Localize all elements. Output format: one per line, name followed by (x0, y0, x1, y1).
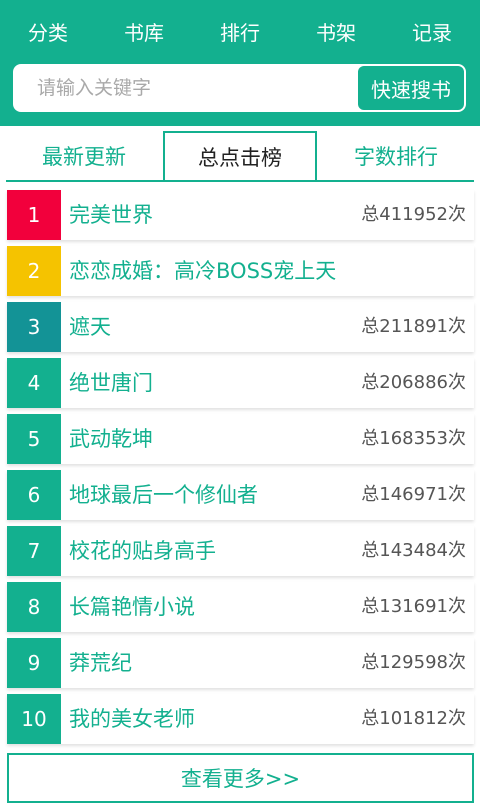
search-box: 快速搜书 (13, 64, 466, 112)
rank-badge: 7 (7, 526, 61, 576)
rank-badge: 3 (7, 302, 61, 352)
ranking-tabs: 最新更新 总点击榜 字数排行 (6, 131, 474, 183)
tab-total-clicks[interactable]: 总点击榜 (163, 131, 317, 180)
nav-item-ranking[interactable]: 排行 (192, 0, 288, 66)
ranking-row[interactable]: 10 我的美女老师 总101812次 (7, 694, 474, 744)
book-title[interactable]: 长篇艳情小说 (69, 582, 195, 632)
top-nav: 分类 书库 排行 书架 记录 (0, 0, 480, 66)
top-bar: 分类 书库 排行 书架 记录 快速搜书 (0, 0, 480, 126)
book-title[interactable]: 绝世唐门 (69, 358, 153, 408)
book-title[interactable]: 武动乾坤 (69, 414, 153, 464)
rank-badge: 5 (7, 414, 61, 464)
ranking-row[interactable]: 9 莽荒纪 总129598次 (7, 638, 474, 688)
book-title[interactable]: 完美世界 (69, 190, 153, 240)
rank-badge: 2 (7, 246, 61, 296)
ranking-row[interactable]: 1 完美世界 总411952次 (7, 190, 474, 240)
book-title[interactable]: 恋恋成婚：高冷BOSS宠上天 (69, 246, 336, 296)
ranking-row[interactable]: 2 恋恋成婚：高冷BOSS宠上天 (7, 246, 474, 296)
click-count: 总101812次 (361, 708, 466, 729)
book-title[interactable]: 莽荒纪 (69, 638, 132, 688)
book-title[interactable]: 遮天 (69, 302, 111, 352)
quick-search-button[interactable]: 快速搜书 (358, 66, 464, 110)
rank-badge: 6 (7, 470, 61, 520)
view-more-button[interactable]: 查看更多>> (7, 753, 474, 803)
click-count: 总131691次 (361, 596, 466, 617)
click-count: 总411952次 (361, 204, 466, 225)
nav-item-history[interactable]: 记录 (384, 0, 480, 66)
book-title[interactable]: 我的美女老师 (69, 694, 195, 744)
click-count: 总146971次 (361, 484, 466, 505)
tab-latest-update[interactable]: 最新更新 (6, 133, 162, 181)
rank-badge: 4 (7, 358, 61, 408)
ranking-row[interactable]: 5 武动乾坤 总168353次 (7, 414, 474, 464)
nav-item-category[interactable]: 分类 (0, 0, 96, 66)
search-input[interactable] (13, 64, 359, 112)
ranking-row[interactable]: 6 地球最后一个修仙者 总146971次 (7, 470, 474, 520)
rank-badge: 10 (7, 694, 61, 744)
ranking-row[interactable]: 3 遮天 总211891次 (7, 302, 474, 352)
book-title[interactable]: 校花的贴身高手 (69, 526, 216, 576)
click-count: 总206886次 (361, 372, 466, 393)
ranking-row[interactable]: 7 校花的贴身高手 总143484次 (7, 526, 474, 576)
ranking-row[interactable]: 8 长篇艳情小说 总131691次 (7, 582, 474, 632)
click-count: 总129598次 (361, 652, 466, 673)
rank-badge: 8 (7, 582, 61, 632)
book-title[interactable]: 地球最后一个修仙者 (69, 470, 258, 520)
rank-badge: 1 (7, 190, 61, 240)
ranking-row[interactable]: 4 绝世唐门 总206886次 (7, 358, 474, 408)
click-count: 总143484次 (361, 540, 466, 561)
rank-badge: 9 (7, 638, 61, 688)
tab-word-count[interactable]: 字数排行 (318, 133, 474, 181)
nav-item-bookshelf[interactable]: 书架 (288, 0, 384, 66)
click-count: 总211891次 (361, 316, 466, 337)
nav-item-library[interactable]: 书库 (96, 0, 192, 66)
click-count: 总168353次 (361, 428, 466, 449)
